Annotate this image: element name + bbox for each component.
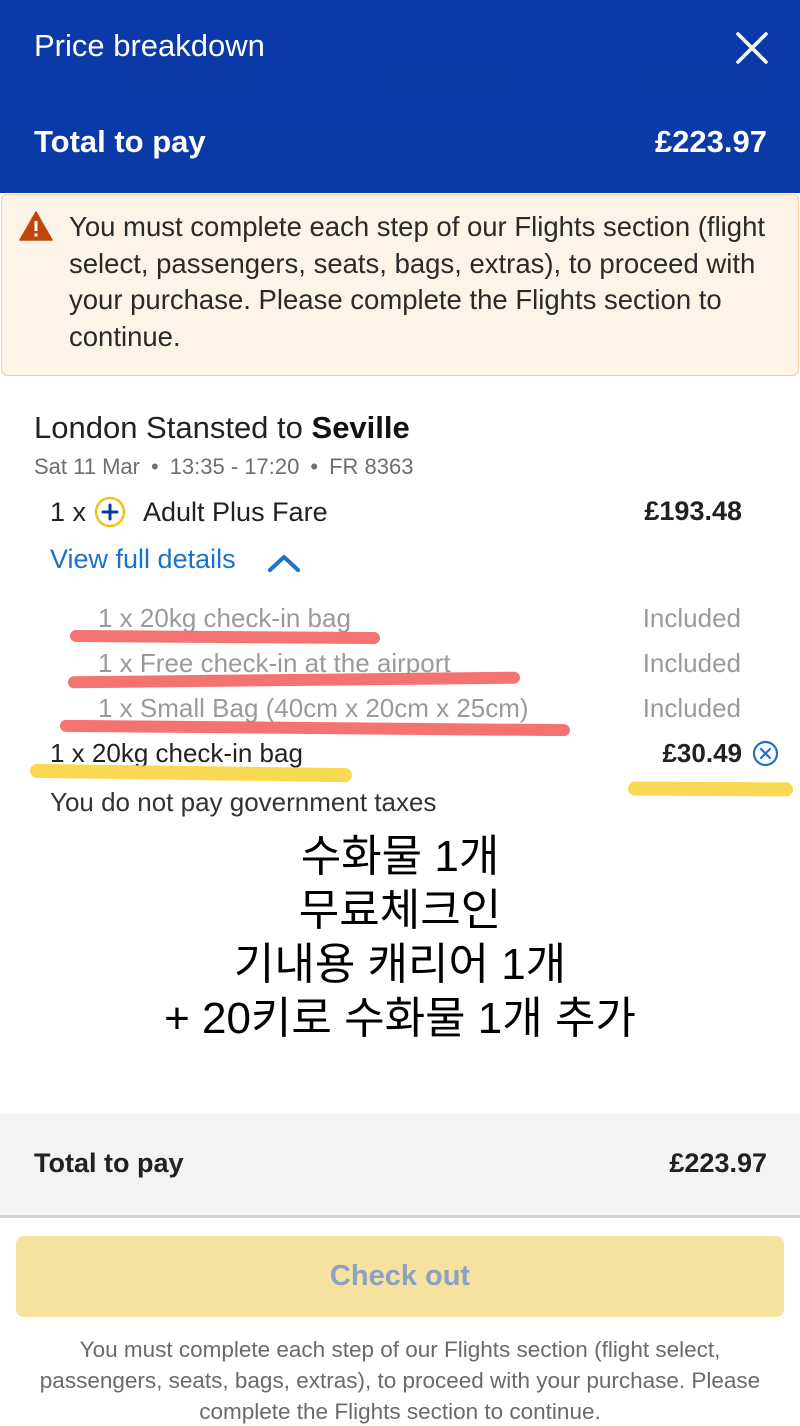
flight-meta: Sat 11 Mar • 13:35 - 17:20 • FR 8363 [34,454,413,480]
footer-total-bar: Total to pay £223.97 [0,1114,800,1218]
fare-qty: 1 x [50,497,87,527]
annotation-line: 무료체크인 [298,886,502,935]
annotation-line: + 20키로 수화물 1개 추가 [164,994,636,1043]
chevron-up-icon [268,555,300,572]
route-origin: London Stansted to [34,410,312,445]
included-item: 1 x 20kg check-in bag [98,603,351,633]
page-title: Price breakdown [34,28,265,63]
red-highlight-stroke [69,629,381,645]
footer-total-label: Total to pay [34,1148,184,1178]
flight-route: London Stansted to Seville [34,410,410,446]
meta-separator: • [310,454,319,479]
remove-circle-icon[interactable] [752,740,779,767]
warning-text: You must complete each step of our Fligh… [69,211,766,352]
checkout-button[interactable]: Check out [16,1236,784,1317]
footer-note: You must complete each step of our Fligh… [39,1337,761,1424]
annotation-line: 수화물 1개 [300,832,500,881]
header-total-value: £223.97 [654,124,767,159]
extra-bag-price: £30.49 [662,738,742,768]
included-status: Included [642,648,741,678]
warning-triangle-icon [19,211,53,241]
price-breakdown-header: Price breakdown Total to pay £223.97 [0,0,800,193]
view-full-details-link[interactable]: View full details [50,544,300,575]
flight-number: FR 8363 [329,454,414,479]
flight-date: Sat 11 Mar [34,454,140,479]
flight-time: 13:35 - 17:20 [169,454,300,479]
included-status: Included [642,693,741,723]
tax-note: You do not pay government taxes [50,787,437,817]
annotation-line: 기내용 캐리어 1개 [233,940,567,989]
close-icon[interactable] [734,30,770,66]
included-status: Included [642,603,741,633]
plus-fare-icon [94,496,126,528]
header-total-label: Total to pay [34,124,206,159]
meta-separator: • [150,454,159,479]
warning-banner: You must complete each step of our Fligh… [1,194,799,376]
included-item: 1 x Small Bag (40cm x 20cm x 25cm) [98,693,529,723]
fare-price: £193.48 [644,496,742,526]
yellow-highlight-stroke [29,763,353,783]
route-destination: Seville [311,410,410,445]
view-details-label: View full details [50,544,236,574]
korean-annotation: 수화물 1개 무료체크인 기내용 캐리어 1개 + 20키로 수화물 1개 추가 [0,830,800,1046]
fare-name: Adult Plus Fare [143,497,328,527]
yellow-highlight-stroke [627,781,794,797]
footer-total-value: £223.97 [669,1148,767,1178]
fare-row: 1 x Adult Plus Fare £193.48 [50,494,742,534]
